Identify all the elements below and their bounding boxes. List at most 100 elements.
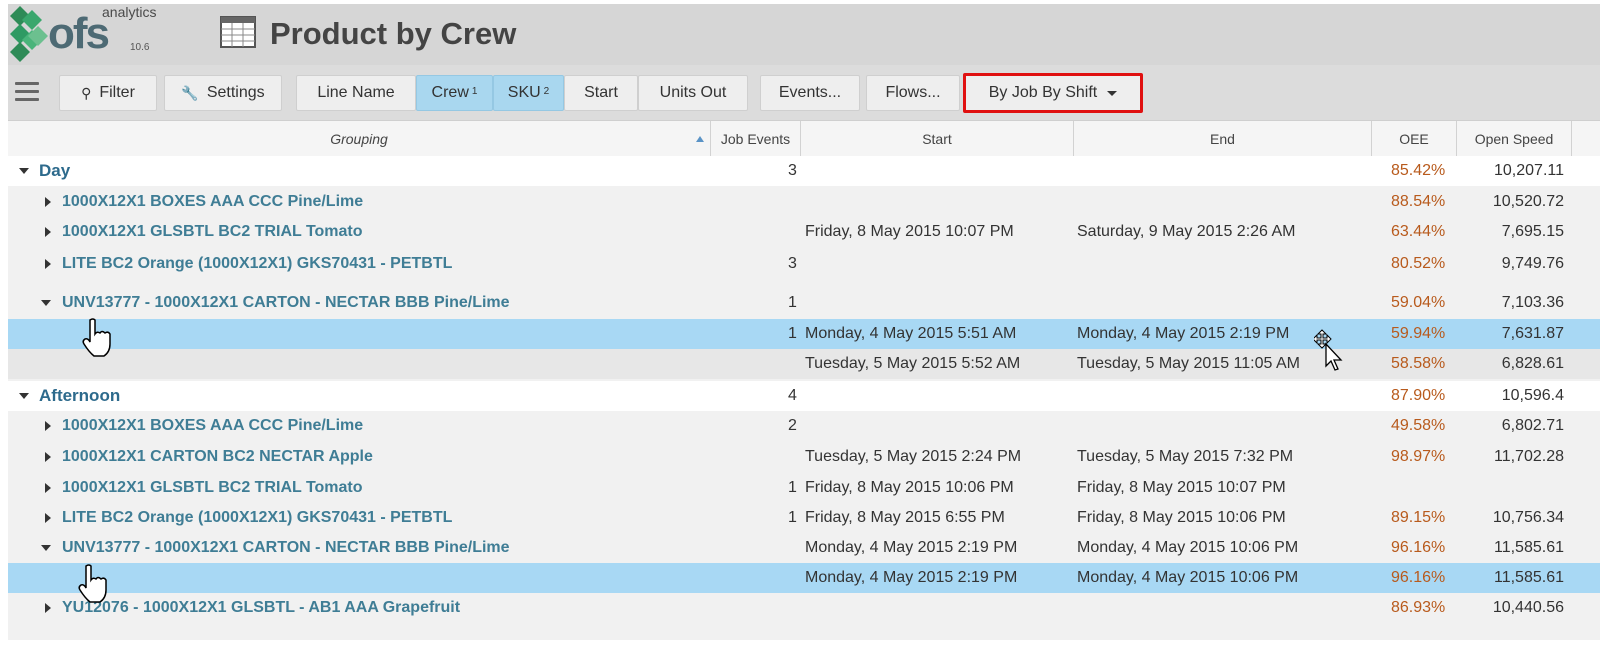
sku-sort-index: 2 — [543, 85, 550, 97]
end-header-label: End — [1210, 130, 1235, 147]
start-cell: Monday, 4 May 2015 2:19 PM — [805, 539, 1018, 556]
job-events-cell: 2 — [788, 417, 797, 434]
open-speed-cell: 6,828.61 — [1501, 355, 1564, 372]
oee-cell: 59.04% — [1391, 294, 1446, 311]
oee-cell: 96.16% — [1391, 569, 1446, 586]
group-row-afternoon[interactable]: Afternoon 4 87.90% 10,596.4 — [8, 381, 1600, 411]
collapse-icon[interactable] — [19, 393, 29, 399]
table-row[interactable]: 1000X12X1 BOXES AAA CCC Pine/Lime 2 49.5… — [8, 411, 1600, 441]
flows-button[interactable]: Flows... — [866, 75, 960, 111]
group-row-day[interactable]: Day 3 85.42% 10,207.11 — [8, 156, 1600, 186]
hamburger-menu-icon[interactable] — [15, 82, 39, 102]
job-events-cell: 1 — [788, 479, 797, 496]
oee-cell: 87.90% — [1391, 387, 1446, 404]
open-speed-cell: 7,103.36 — [1501, 294, 1564, 311]
end-cell: Saturday, 9 May 2015 2:26 AM — [1077, 223, 1296, 240]
oee-cell: 98.97% — [1391, 448, 1446, 465]
settings-button[interactable]: 🔧 Settings — [164, 75, 282, 111]
oee-cell: 88.54% — [1391, 193, 1446, 210]
start-cell: Tuesday, 5 May 2015 5:52 AM — [805, 355, 1021, 372]
ofs-logo: ofs analytics 10.6 — [10, 4, 160, 64]
table-row[interactable]: UNV13777 - 1000X12X1 CARTON - NECTAR BBB… — [8, 288, 1600, 318]
expand-icon[interactable] — [45, 259, 51, 269]
toolbar: ⚲ Filter 🔧 Settings Line Name Crew 1 SKU 2 S… — [8, 65, 1600, 120]
row-label: 1000X12X1 BOXES AAA CCC Pine/Lime — [62, 193, 364, 210]
events-button[interactable]: Events... — [760, 75, 860, 111]
collapse-icon[interactable] — [41, 545, 51, 551]
expand-icon[interactable] — [45, 513, 51, 523]
column-header-start[interactable]: Start — [801, 121, 1074, 156]
view-mode-dropdown[interactable]: By Job By Shift — [963, 73, 1143, 113]
expand-icon[interactable] — [45, 603, 51, 613]
collapse-icon[interactable] — [41, 300, 51, 306]
job-events-cell: 1 — [788, 325, 797, 342]
column-header-end[interactable]: End — [1074, 121, 1372, 156]
start-cell: Friday, 8 May 2015 6:55 PM — [805, 509, 1005, 526]
open-speed-header-label: Open Speed — [1474, 130, 1554, 147]
expand-icon[interactable] — [45, 197, 51, 207]
units-out-button[interactable]: Units Out — [638, 75, 748, 111]
filter-button[interactable]: ⚲ Filter — [59, 75, 157, 111]
table-row[interactable]: LITE BC2 Orange (1000X12X1) GKS70431 - P… — [8, 503, 1600, 533]
crew-label: Crew — [431, 84, 469, 101]
grouping-header-label: Grouping — [330, 130, 388, 147]
column-header-open-speed[interactable]: Open Speed — [1457, 121, 1572, 156]
table-row[interactable]: 1000X12X1 GLSBTL BC2 TRIAL Tomato 1 Frid… — [8, 473, 1600, 503]
search-icon: ⚲ — [81, 84, 92, 101]
expand-icon[interactable] — [45, 421, 51, 431]
table-row[interactable]: Tuesday, 5 May 2015 5:52 AM Tuesday, 5 M… — [8, 349, 1600, 379]
app-header: ofs analytics 10.6 Product by Crew — [8, 4, 1600, 66]
sort-ascending-icon — [696, 136, 704, 142]
crew-button[interactable]: Crew 1 — [416, 75, 493, 111]
table-row[interactable]: UNV13777 - 1000X12X1 CARTON - NECTAR BBB… — [8, 533, 1600, 563]
column-header-oee[interactable]: OEE — [1372, 121, 1457, 156]
table-row[interactable]: LITE BC2 Orange (1000X12X1) GKS70431 - P… — [8, 249, 1600, 279]
expand-icon[interactable] — [45, 227, 51, 237]
row-label: 1000X12X1 CARTON BC2 NECTAR Apple — [62, 448, 373, 465]
job-events-cell: 1 — [788, 294, 797, 311]
expand-icon[interactable] — [45, 483, 51, 493]
logo-mark-icon — [10, 6, 48, 62]
open-speed-cell: 10,440.56 — [1492, 599, 1564, 616]
logo-analytics-text: analytics — [102, 4, 157, 20]
job-events-header-label: Job Events — [720, 130, 791, 147]
events-label: Events... — [778, 84, 842, 101]
sku-button[interactable]: SKU 2 — [493, 75, 564, 111]
logo-text: ofs — [48, 9, 110, 58]
crew-sort-index: 1 — [471, 85, 478, 97]
start-button[interactable]: Start — [564, 75, 638, 111]
table-row[interactable]: YU12076 - 1000X12X1 GLSBTL - AB1 AAA Gra… — [8, 593, 1600, 623]
table-row[interactable]: 1000X12X1 BOXES AAA CCC Pine/Lime 88.54%… — [8, 187, 1600, 217]
row-label: UNV13777 - 1000X12X1 CARTON - NECTAR BBB… — [62, 539, 510, 556]
open-speed-cell: 10,756.34 — [1492, 509, 1564, 526]
app-window: ofs analytics 10.6 Product by Crew ⚲ Filt… — [8, 4, 1600, 640]
row-label: YU12076 - 1000X12X1 GLSBTL - AB1 AAA Gra… — [62, 599, 461, 616]
collapse-icon[interactable] — [19, 168, 29, 174]
oee-cell: 85.42% — [1391, 162, 1446, 179]
oee-cell: 59.94% — [1391, 325, 1446, 342]
table-row-selected[interactable]: Monday, 4 May 2015 2:19 PM Monday, 4 May… — [8, 563, 1600, 593]
open-speed-cell: 10,596.4 — [1501, 387, 1564, 404]
oee-cell: 49.58% — [1391, 417, 1446, 434]
expand-icon[interactable] — [45, 452, 51, 462]
table-row[interactable]: 1000X12X1 CARTON BC2 NECTAR Apple Tuesda… — [8, 442, 1600, 472]
end-cell: Monday, 4 May 2015 2:19 PM — [1077, 325, 1290, 342]
start-cell: Monday, 4 May 2015 2:19 PM — [805, 569, 1018, 586]
start-label: Start — [584, 84, 618, 101]
chevron-down-icon — [1107, 90, 1118, 96]
line-name-button[interactable]: Line Name — [296, 75, 416, 111]
wrench-icon: 🔧 — [181, 84, 199, 101]
start-cell: Friday, 8 May 2015 10:07 PM — [805, 223, 1014, 240]
column-header-job-events[interactable]: Job Events — [711, 121, 801, 156]
start-cell: Tuesday, 5 May 2015 2:24 PM — [805, 448, 1022, 465]
table-row-selected[interactable]: 1 Monday, 4 May 2015 5:51 AM Monday, 4 M… — [8, 319, 1600, 349]
grid-header: Grouping Job Events Start End OEE Open S… — [8, 120, 1600, 157]
column-header-grouping[interactable]: Grouping — [8, 121, 711, 156]
open-speed-cell: 11,585.61 — [1494, 539, 1564, 556]
job-events-cell: 4 — [788, 387, 797, 404]
open-speed-cell: 11,585.61 — [1494, 569, 1564, 586]
filter-label: Filter — [99, 84, 135, 101]
version-label: 10.6 — [130, 42, 150, 53]
row-label: 1000X12X1 BOXES AAA CCC Pine/Lime — [62, 417, 364, 434]
table-row[interactable]: 1000X12X1 GLSBTL BC2 TRIAL Tomato Friday… — [8, 217, 1600, 247]
